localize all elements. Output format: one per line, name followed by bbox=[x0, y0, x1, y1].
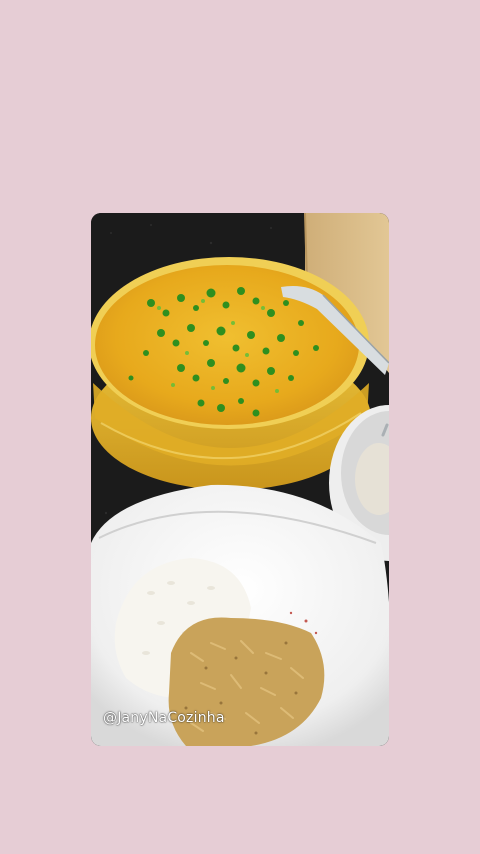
food-photo: @JanyNaCozinha bbox=[91, 213, 389, 746]
curry-surface bbox=[95, 265, 359, 425]
food-photo-illustration bbox=[91, 213, 389, 746]
watermark-text: @JanyNaCozinha bbox=[103, 710, 225, 726]
